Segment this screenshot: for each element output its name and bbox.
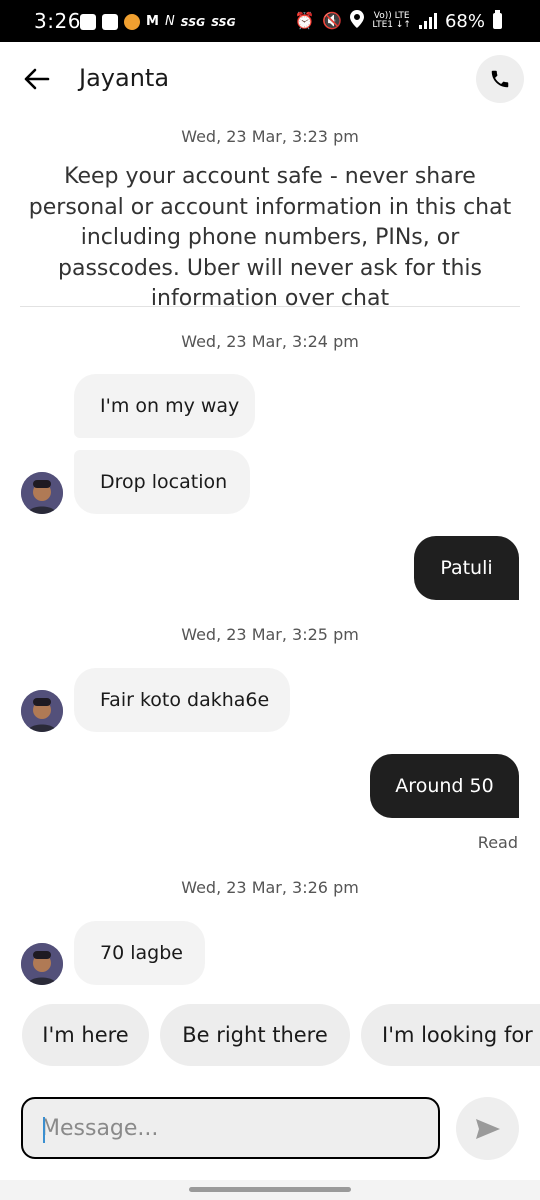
arrow-left-icon: [24, 68, 50, 90]
quick-reply-chip[interactable]: I'm here: [22, 1004, 149, 1066]
timestamp: Wed, 23 Mar, 3:23 pm: [181, 127, 359, 146]
gmail-notification-icon: M: [146, 14, 159, 29]
network-type: Vo)) LTE LTE1 ↓↑: [372, 12, 411, 30]
quick-replies: I'm here Be right there I'm looking for …: [0, 1004, 540, 1068]
location-icon: [350, 10, 365, 32]
driver-avatar: [21, 472, 63, 514]
navigation-bar: [0, 1180, 540, 1200]
chat-header: Jayanta: [0, 42, 540, 118]
mute-icon: 🔇: [322, 11, 343, 30]
outgoing-message: Around 50: [370, 754, 519, 818]
lte-label: LTE1 ↓↑: [372, 20, 411, 30]
timestamp: Wed, 23 Mar, 3:25 pm: [181, 625, 359, 644]
driver-avatar: [21, 690, 63, 732]
message-input[interactable]: [41, 1099, 421, 1157]
timestamp: Wed, 23 Mar, 3:24 pm: [181, 332, 359, 351]
battery-percent: 68%: [444, 10, 485, 32]
chat-screen: 3:26 M N SSG SSG ⏰ 🔇 Vo)) LTE LTE1 ↓↑ 68…: [0, 0, 540, 1200]
contact-name: Jayanta: [79, 64, 170, 92]
uber-notification-icon: [102, 14, 118, 30]
message-notification-icon: [80, 14, 96, 30]
back-button[interactable]: [22, 64, 52, 94]
system-icons: ⏰ 🔇 Vo)) LTE LTE1 ↓↑ 68%: [294, 10, 502, 32]
battery-icon: [493, 10, 502, 29]
home-gesture-handle[interactable]: [189, 1187, 351, 1192]
divider: [20, 306, 520, 307]
incoming-message: I'm on my way: [74, 374, 255, 438]
ssg-label-1: SSG: [180, 15, 206, 29]
call-button[interactable]: [476, 55, 524, 103]
read-receipt: Read: [477, 833, 518, 852]
notification-icons: M N SSG SSG: [80, 12, 236, 32]
quick-reply-chip[interactable]: Be right there: [160, 1004, 350, 1066]
n-notification-icon: N: [164, 14, 175, 29]
outgoing-message: Patuli: [414, 536, 519, 600]
phone-icon: [491, 70, 509, 88]
text-caret: [43, 1117, 45, 1143]
driver-avatar: [21, 943, 63, 985]
app-notification-icon: [124, 14, 140, 30]
incoming-message: Fair koto dakha6e: [74, 668, 290, 732]
ssg-label-2: SSG: [211, 15, 236, 29]
status-time: 3:26: [34, 9, 81, 33]
signal-icon: [418, 13, 437, 29]
message-box: [21, 1097, 440, 1159]
send-button[interactable]: [456, 1097, 519, 1160]
quick-reply-chip[interactable]: I'm looking for you: [361, 1004, 540, 1066]
status-bar: 3:26 M N SSG SSG ⏰ 🔇 Vo)) LTE LTE1 ↓↑ 68…: [0, 0, 540, 42]
incoming-message: 70 lagbe: [74, 921, 205, 985]
timestamp: Wed, 23 Mar, 3:26 pm: [181, 878, 359, 897]
send-icon: [475, 1118, 500, 1139]
alarm-icon: ⏰: [294, 11, 315, 30]
safety-notice: Keep your account safe - never share per…: [28, 164, 512, 311]
incoming-message: Drop location: [74, 450, 250, 514]
